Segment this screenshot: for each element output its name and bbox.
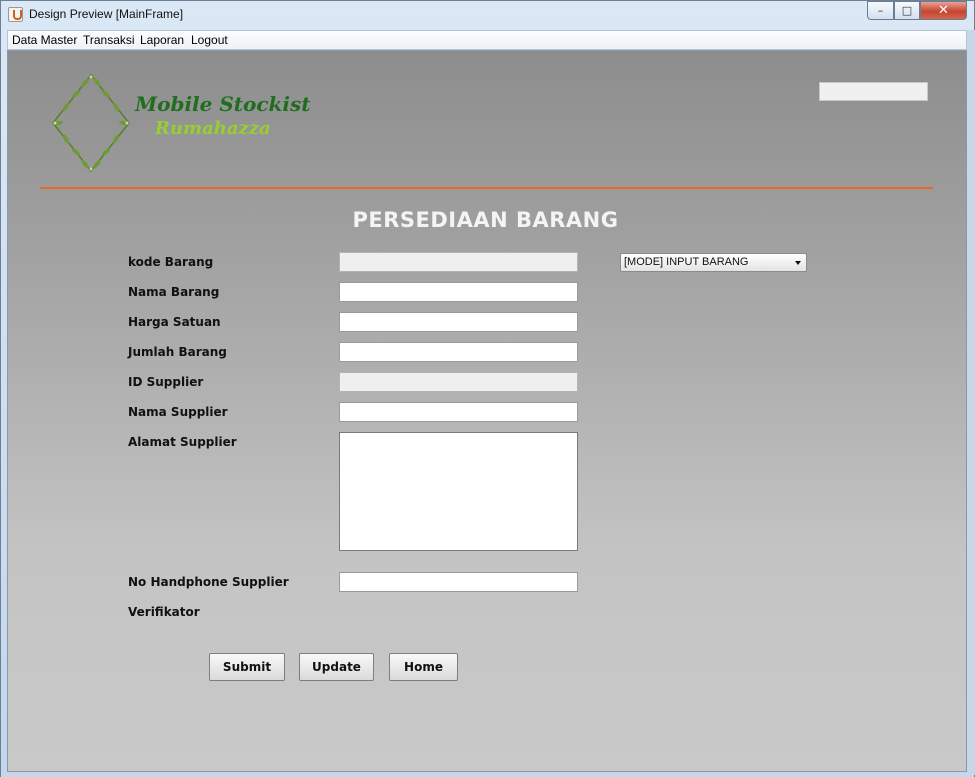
page-title: PERSEDIAAN BARANG (352, 208, 619, 232)
nama-supplier-field[interactable] (339, 402, 578, 422)
leaf-wreath-logo-icon (51, 73, 131, 173)
window-bottom-border (1, 772, 974, 777)
label-harga-satuan: Harga Satuan (128, 315, 221, 329)
label-nama-barang: Nama Barang (128, 285, 220, 299)
nama-barang-field[interactable] (339, 282, 578, 302)
submit-button[interactable]: Submit (209, 653, 285, 681)
brand-name: Mobile Stockist (135, 92, 311, 116)
label-verifikator: Verifikator (128, 605, 200, 619)
title-bar[interactable]: Design Preview [MainFrame] – □ ✕ (1, 1, 974, 29)
close-button[interactable]: ✕ (920, 1, 967, 20)
menu-bar: Data Master Transaksi Laporan Logout (7, 30, 967, 50)
no-handphone-supplier-field[interactable] (339, 572, 578, 592)
label-alamat-supplier: Alamat Supplier (128, 435, 237, 449)
home-button[interactable]: Home (389, 653, 458, 681)
minimize-button[interactable]: – (867, 1, 894, 20)
update-button[interactable]: Update (299, 653, 374, 681)
window-title: Design Preview [MainFrame] (29, 7, 184, 21)
window-right-border (967, 30, 975, 775)
menu-logout[interactable]: Logout (191, 33, 228, 47)
mode-select[interactable]: [MODE] INPUT BARANG (620, 253, 807, 272)
label-nama-supplier: Nama Supplier (128, 405, 228, 419)
alamat-supplier-textarea[interactable] (339, 432, 578, 551)
menu-transaksi[interactable]: Transaksi (83, 33, 135, 47)
main-window: Design Preview [MainFrame] – □ ✕ Data Ma… (0, 0, 975, 777)
label-id-supplier: ID Supplier (128, 375, 204, 389)
label-jumlah-barang: Jumlah Barang (128, 345, 227, 359)
jumlah-barang-field[interactable] (339, 342, 578, 362)
dropdown-arrow-icon (795, 261, 801, 265)
content-panel: Mobile Stockist Rumahazza PERSEDIAAN BAR… (7, 50, 967, 772)
menu-laporan[interactable]: Laporan (140, 33, 184, 47)
label-no-handphone-supplier: No Handphone Supplier (128, 575, 289, 589)
brand-subtitle: Rumahazza (155, 118, 271, 139)
harga-satuan-field[interactable] (339, 312, 578, 332)
id-supplier-field[interactable] (339, 372, 578, 392)
header-divider (40, 187, 933, 189)
label-kode-barang: kode Barang (128, 255, 214, 269)
kode-barang-field[interactable] (339, 252, 578, 272)
corner-text-field[interactable] (819, 82, 928, 101)
maximize-button[interactable]: □ (894, 1, 920, 20)
mode-select-value: [MODE] INPUT BARANG (624, 256, 749, 268)
menu-data-master[interactable]: Data Master (12, 33, 77, 47)
java-app-icon (8, 7, 23, 22)
